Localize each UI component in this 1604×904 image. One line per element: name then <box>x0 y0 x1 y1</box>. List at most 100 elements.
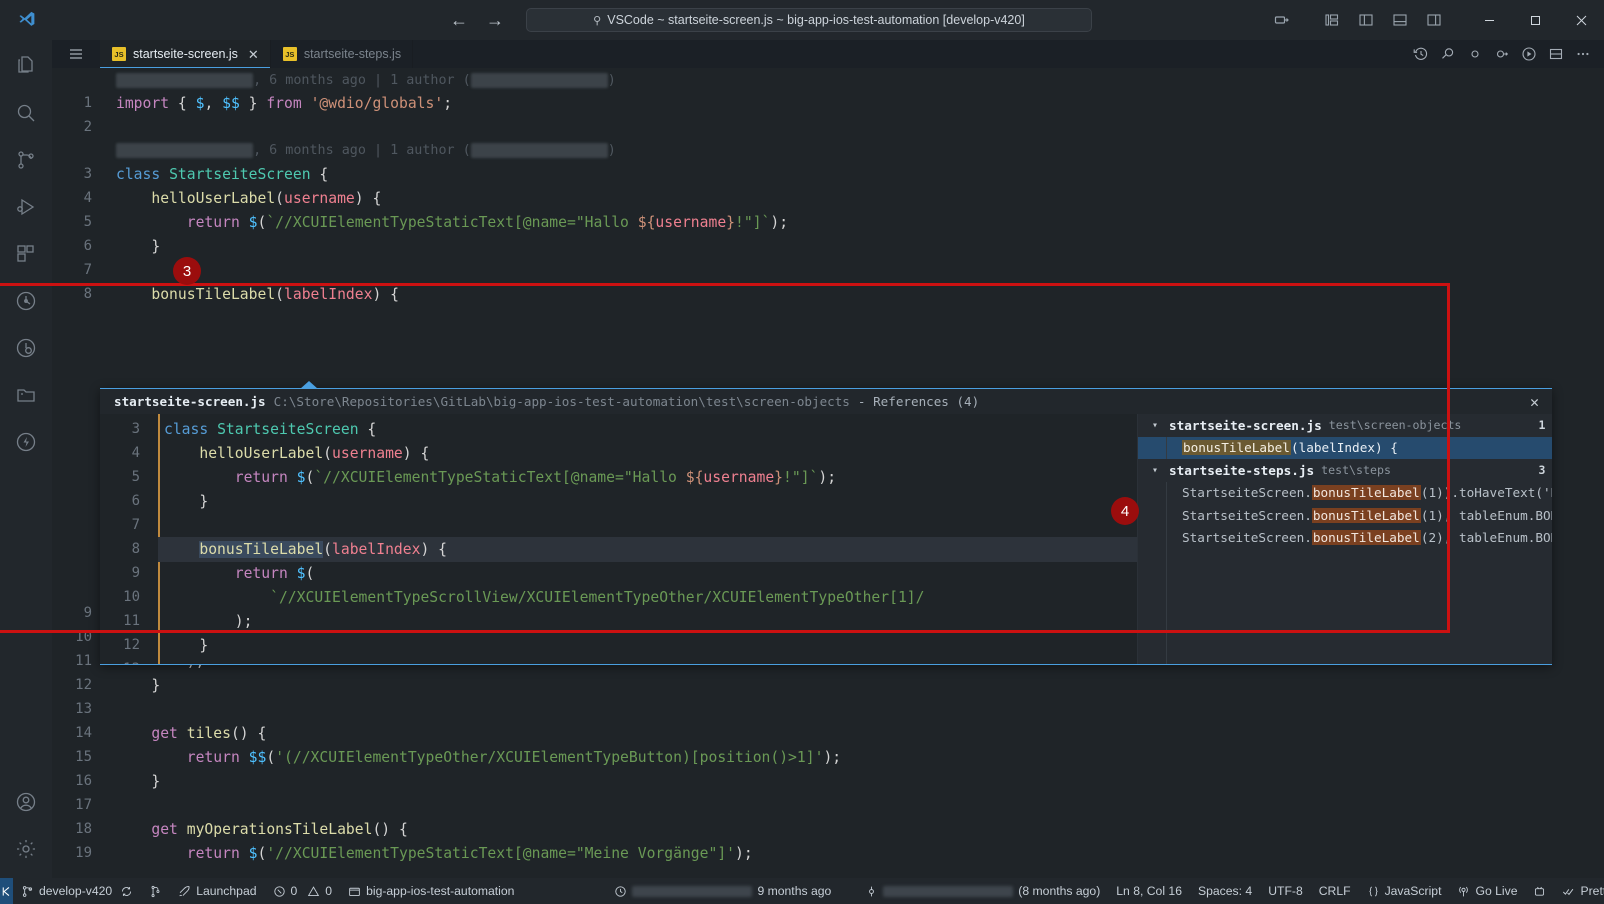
sidebar-item-testing[interactable] <box>0 277 52 324</box>
toggle-primary-sidebar-icon[interactable] <box>1350 4 1382 36</box>
code-line: 10 `//XCUIElementTypeScrollView/XCUIElem… <box>100 585 1137 610</box>
code-line: 3 class StartseiteScreen { <box>52 162 1604 187</box>
testing-beaker-icon <box>16 291 36 310</box>
status-language-mode[interactable]: JavaScript <box>1359 878 1450 904</box>
sidebar-item-extensions[interactable] <box>0 230 52 277</box>
title-bar: ← → ⚲ VSCode ~ startseite-screen.js ~ bi… <box>0 0 1604 40</box>
git-commit-icon <box>869 886 875 896</box>
reference-count-badge: 1 <box>1538 418 1546 433</box>
sidebar-item-run-debug[interactable] <box>0 183 52 230</box>
commit-author-redacted: redacted <box>883 885 1014 897</box>
chevron-down-icon[interactable]: ▾ <box>1152 420 1162 431</box>
code-line: 4 helloUserLabel(username) { <box>52 186 1604 211</box>
sidebar-item-test-explorer[interactable] <box>0 324 52 371</box>
go-to-icon[interactable] <box>1462 41 1488 67</box>
code-editor[interactable]: Katharina Klemens, 6 months ago | 1 auth… <box>52 68 1604 878</box>
title-bar-right <box>1266 0 1604 40</box>
reference-prefix: StartseiteScreen. <box>1182 507 1312 523</box>
remote-window-icon[interactable] <box>1266 4 1298 36</box>
arrow-right-icon[interactable]: → <box>486 11 504 29</box>
line-number: 17 <box>75 797 92 814</box>
blame-text: , 6 months ago | 1 author ( <box>253 142 471 158</box>
encoding-label: UTF-8 <box>1268 884 1303 898</box>
sync-icon <box>122 886 132 896</box>
sidebar-item-explorer[interactable] <box>0 42 52 89</box>
tab-startseite-screen[interactable]: JS startseite-screen.js ✕ <box>100 40 271 68</box>
close-icon[interactable]: ✕ <box>248 48 259 61</box>
code-line: 13 <box>52 697 1604 722</box>
status-tabnine[interactable] <box>1525 878 1554 904</box>
status-launchpad[interactable]: Launchpad <box>170 878 264 904</box>
status-cursor-position[interactable]: Ln 8, Col 16 <box>1108 878 1190 904</box>
find-references-icon[interactable] <box>1435 41 1461 67</box>
badge-number: 3 <box>182 262 192 280</box>
code-line: 6 } <box>52 234 1604 259</box>
search-icon <box>17 104 35 121</box>
accounts-button[interactable] <box>0 778 52 825</box>
line-number: 7 <box>83 262 92 279</box>
timeline-history-icon[interactable] <box>1408 41 1434 67</box>
hamburger-menu-icon[interactable] <box>52 40 100 68</box>
sidebar-item-search[interactable] <box>0 89 52 136</box>
error-circle-icon <box>273 885 285 897</box>
customize-layout-icon[interactable] <box>1316 4 1348 36</box>
annotation-badge-3: 3 <box>173 257 201 285</box>
arrow-left-icon[interactable]: ← <box>450 11 468 29</box>
status-encoding[interactable]: UTF-8 <box>1260 878 1311 904</box>
source-control-branch-icon <box>22 885 33 897</box>
chevron-down-icon[interactable]: ▾ <box>1152 465 1162 476</box>
status-git-graph[interactable] <box>141 878 170 904</box>
gear-icon <box>17 839 35 858</box>
reference-item[interactable]: StartseiteScreen. bonusTileLabel (1)).toHa… <box>1138 482 1552 505</box>
split-editor-down-icon[interactable] <box>1543 41 1569 67</box>
status-blame[interactable]: redacted 9 months ago <box>606 878 839 904</box>
line-number: 3 <box>83 166 92 183</box>
run-and-debug-icon[interactable] <box>1516 41 1542 67</box>
status-prettier[interactable]: Prettier <box>1554 878 1604 904</box>
code-line: 4 helloUserLabel(username) { <box>100 441 1137 466</box>
toggle-panel-icon[interactable] <box>1384 4 1416 36</box>
status-branch[interactable]: develop-v420 <box>13 878 141 904</box>
command-center-search[interactable]: ⚲ VSCode ~ startseite-screen.js ~ big-ap… <box>526 8 1092 32</box>
run-arrow-icon[interactable] <box>1489 41 1515 67</box>
close-icon[interactable]: ✕ <box>1523 393 1546 411</box>
more-actions-icon[interactable] <box>1570 41 1596 67</box>
manage-settings-button[interactable] <box>0 825 52 872</box>
status-folder[interactable]: big-app-ios-test-automation <box>340 878 522 904</box>
reference-file-group[interactable]: ▾ startseite-steps.js test\steps 3 <box>1138 459 1552 482</box>
line-number: 8 <box>83 286 92 303</box>
reference-suffix: (1), tableEnum.BONUS_TILE_ONE); <box>1420 507 1552 523</box>
remote-explorer-icon <box>17 388 35 402</box>
line-number: 3 <box>131 421 140 438</box>
code-line: 3 class StartseiteScreen { <box>100 417 1137 442</box>
status-go-live[interactable]: Go Live <box>1449 878 1525 904</box>
tab-label: startseite-screen.js <box>133 47 238 61</box>
close-icon[interactable] <box>1558 0 1604 40</box>
toggle-secondary-sidebar-icon[interactable] <box>1418 4 1450 36</box>
references-tree[interactable]: ▾ startseite-screen.js test\screen-objec… <box>1138 414 1552 664</box>
status-indentation[interactable]: Spaces: 4 <box>1190 878 1260 904</box>
maximize-icon[interactable] <box>1512 0 1558 40</box>
remote-indicator-button[interactable] <box>0 878 13 904</box>
reference-item[interactable]: bonusTileLabel (labelIndex) { <box>1138 436 1552 459</box>
status-problems[interactable]: 0 0 <box>265 878 341 904</box>
status-commit[interactable]: redacted (8 months ago) <box>857 878 1108 904</box>
sidebar-item-source-control[interactable] <box>0 136 52 183</box>
peek-preview-editor[interactable]: 3 class StartseiteScreen { 4 helloUserLa… <box>100 414 1138 664</box>
line-number: 5 <box>131 469 140 486</box>
reference-file-group[interactable]: ▾ startseite-screen.js test\screen-objec… <box>1138 414 1552 437</box>
sidebar-item-remote-explorer[interactable] <box>0 371 52 418</box>
reference-item[interactable]: StartseiteScreen. bonusTileLabel (1), tabl… <box>1138 504 1552 527</box>
status-eol[interactable]: CRLF <box>1311 878 1359 904</box>
warning-triangle-icon <box>308 885 320 896</box>
tab-startseite-steps[interactable]: JS startseite-steps.js <box>270 40 414 68</box>
tab-label: startseite-steps.js <box>303 47 402 61</box>
sidebar-item-thunder-client[interactable] <box>0 418 52 465</box>
line-number: 14 <box>75 725 92 742</box>
code-line: 17 <box>52 793 1604 818</box>
line-number: 13 <box>75 701 92 718</box>
line-number: 6 <box>83 238 92 255</box>
minimize-icon[interactable] <box>1466 0 1512 40</box>
reference-item[interactable]: StartseiteScreen. bonusTileLabel (2), tabl… <box>1138 527 1552 550</box>
workbench-body: JS startseite-screen.js ✕ JS startseite-… <box>0 40 1604 878</box>
